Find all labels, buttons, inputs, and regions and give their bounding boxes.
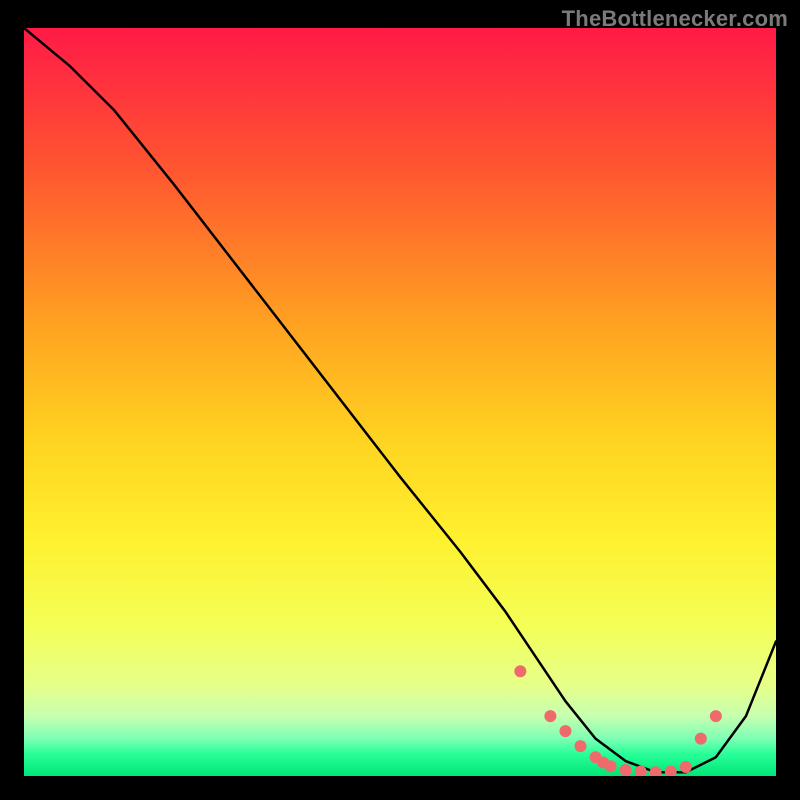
marker-point — [544, 710, 556, 722]
marker-point — [559, 725, 571, 737]
marker-point — [680, 761, 692, 773]
marker-point — [514, 665, 526, 677]
marker-point — [710, 710, 722, 722]
marker-point — [620, 764, 632, 776]
marker-point — [695, 733, 707, 745]
chart-root: TheBottlenecker.com — [0, 0, 800, 800]
marker-point — [574, 740, 586, 752]
marker-point — [605, 760, 617, 772]
plot-area — [24, 28, 776, 776]
chart-svg — [24, 28, 776, 776]
